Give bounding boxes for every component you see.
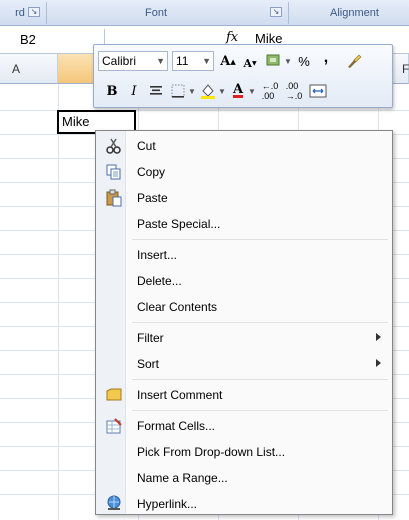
menu-item-sort[interactable]: Sort [98, 351, 391, 377]
menu-item-paste[interactable]: Paste [98, 185, 391, 211]
menu-item-insert-comment[interactable]: Insert Comment [98, 382, 391, 408]
column-header-a[interactable]: A [0, 54, 58, 84]
column-letter: F [402, 62, 409, 76]
menu-item-label: Format Cells... [137, 419, 216, 433]
menu-item-label: Copy [137, 165, 166, 179]
ribbon-group-font-label: Font [144, 7, 167, 19]
borders-icon[interactable] [168, 81, 188, 101]
copy-icon [105, 163, 123, 181]
context-menu: Cut Copy Paste Paste Special... Insert..… [95, 130, 393, 515]
menu-item-insert[interactable]: Insert... [98, 242, 391, 268]
menu-item-delete[interactable]: Delete... [98, 268, 391, 294]
menu-item-format-cells[interactable]: Format Cells... [98, 413, 391, 439]
hyperlink-icon [105, 495, 123, 513]
menu-separator [132, 410, 388, 411]
grow-font-icon[interactable]: A ▲ [218, 51, 238, 71]
name-box[interactable]: B2 [0, 29, 105, 51]
chevron-down-icon[interactable]: ▼ [156, 52, 165, 70]
menu-item-cut[interactable]: Cut [98, 133, 391, 159]
mini-toolbar: Calibri ▼ 11 ▼ A ▲ A ▼ ▼ % , B I ▼ ▼ A ▼ ←… [93, 44, 393, 108]
font-name-value: Calibri [102, 54, 137, 68]
chevron-down-icon[interactable]: ▼ [248, 87, 256, 96]
format-painter-icon[interactable] [344, 51, 364, 71]
menu-item-label: Clear Contents [137, 300, 218, 314]
menu-item-label: Insert Comment [137, 388, 223, 402]
increase-decimal-icon[interactable]: ←.0.00 [260, 81, 280, 101]
italic-icon[interactable]: I [124, 81, 144, 101]
ribbon-group-labels: rd ↘ Font ↘ Alignment [0, 0, 409, 26]
menu-item-name-a-range[interactable]: Name a Range... [98, 465, 391, 491]
font-size-combobox[interactable]: 11 ▼ [172, 51, 214, 71]
menu-item-filter[interactable]: Filter [98, 325, 391, 351]
column-letter: A [12, 62, 21, 76]
menu-item-pick-from-dropdown[interactable]: Pick From Drop-down List... [98, 439, 391, 465]
menu-item-label: Filter [137, 331, 164, 345]
align-center-icon[interactable] [146, 81, 166, 101]
ribbon-separator [288, 2, 289, 24]
menu-separator [132, 379, 388, 380]
format-cells-icon [105, 417, 123, 435]
shrink-font-icon[interactable]: A ▼ [240, 53, 260, 73]
menu-item-label: Insert... [137, 248, 178, 262]
menu-item-hyperlink[interactable]: Hyperlink... [98, 491, 391, 517]
menu-item-label: Name a Range... [137, 471, 228, 485]
menu-item-paste-special[interactable]: Paste Special... [98, 211, 391, 237]
ribbon-group-alignment-label: Alignment [330, 7, 379, 19]
fill-color-icon[interactable] [198, 81, 218, 101]
chevron-down-icon[interactable]: ▼ [188, 87, 196, 96]
font-color-icon[interactable]: A [228, 79, 248, 99]
submenu-arrow-icon [376, 333, 381, 341]
menu-item-label: Sort [137, 357, 160, 371]
menu-item-label: Delete... [137, 274, 182, 288]
menu-item-label: Cut [137, 139, 156, 153]
font-size-value: 11 [176, 54, 189, 68]
font-name-combobox[interactable]: Calibri ▼ [98, 51, 168, 71]
paste-icon [105, 189, 123, 207]
bold-icon[interactable]: B [102, 81, 122, 101]
chevron-down-icon[interactable]: ▼ [202, 52, 211, 70]
chevron-down-icon[interactable]: ▼ [218, 87, 226, 96]
chevron-down-icon[interactable]: ▼ [284, 57, 292, 66]
menu-item-label: Paste Special... [137, 217, 221, 231]
menu-separator [132, 239, 388, 240]
decrease-decimal-icon[interactable]: .00 →.0 [284, 81, 304, 101]
comment-icon [105, 386, 123, 404]
clipboard-launcher-button[interactable]: ↘ [28, 7, 40, 17]
menu-item-copy[interactable]: Copy [98, 159, 391, 185]
accounting-format-icon[interactable] [264, 51, 284, 71]
menu-separator [132, 322, 388, 323]
menu-item-label: Paste [137, 191, 168, 205]
percent-icon[interactable]: % [294, 51, 314, 71]
menu-item-clear-contents[interactable]: Clear Contents [98, 294, 391, 320]
menu-item-label: Hyperlink... [137, 497, 198, 511]
fx-icon[interactable]: fx [226, 30, 238, 45]
comma-icon[interactable]: , [316, 48, 336, 68]
menu-item-label: Pick From Drop-down List... [137, 445, 286, 459]
submenu-arrow-icon [376, 359, 381, 367]
scissors-icon [105, 137, 123, 155]
font-launcher-button[interactable]: ↘ [270, 7, 282, 17]
ribbon-separator [46, 2, 47, 24]
merge-center-icon[interactable] [308, 81, 328, 101]
